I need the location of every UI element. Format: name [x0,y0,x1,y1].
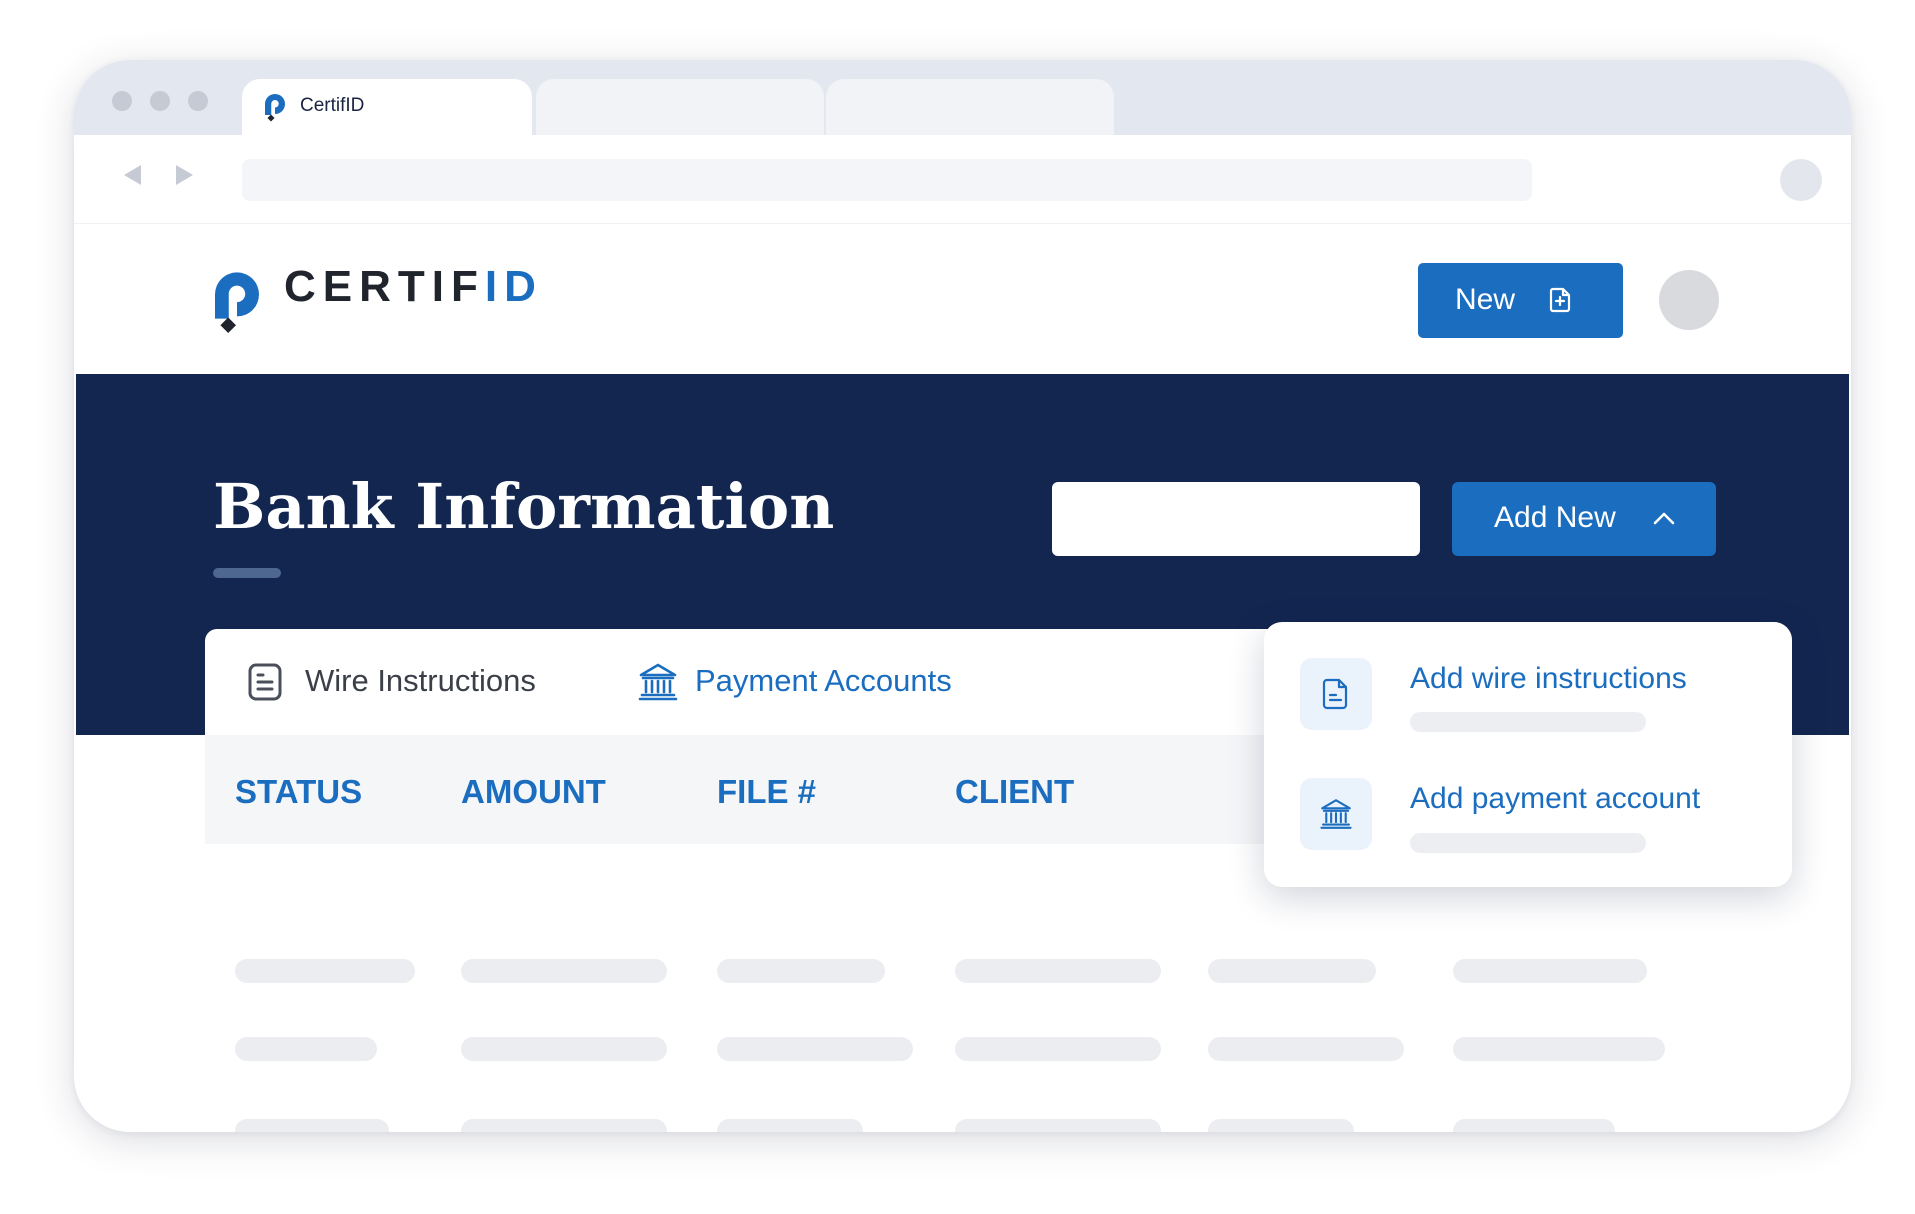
skeleton-cell [717,1119,863,1132]
bank-icon [638,663,678,701]
skeleton-cell [1453,959,1647,983]
forward-arrow-icon[interactable] [176,165,193,185]
tab-label-payment: Payment Accounts [695,663,952,698]
column-header-client[interactable]: CLIENT [955,773,1074,811]
add-new-button[interactable]: Add New [1452,482,1716,556]
logo-text-main: CERTIF [284,262,485,311]
skeleton-cell [1208,959,1376,983]
dropdown-icon-tile [1300,658,1372,730]
certifid-favicon-icon [265,94,285,122]
skeleton-cell [461,1037,667,1061]
column-header-status[interactable]: STATUS [235,773,362,811]
address-bar[interactable] [242,159,1532,201]
title-underline [213,568,281,578]
browser-tab-blank[interactable] [826,79,1114,135]
tab-payment-accounts[interactable]: Payment Accounts [597,629,987,741]
skeleton-cell [235,1119,389,1132]
app-header: CERTIFID New [74,224,1851,374]
menu-item-label: Add payment account [1410,782,1701,815]
browser-tab-title: CertifID [300,95,365,116]
skeleton-cell [717,959,885,983]
document-list-icon [248,663,282,701]
menu-item-label: Add wire instructions [1410,662,1687,695]
skeleton-cell [955,1119,1161,1132]
menu-item-skeleton [1410,712,1646,732]
document-icon [1322,678,1348,710]
browser-tab-blank[interactable] [536,79,824,135]
skeleton-cell [235,959,415,983]
menu-item-skeleton [1410,833,1646,853]
skeleton-cell [955,959,1161,983]
skeleton-cell [717,1037,913,1061]
back-arrow-icon[interactable] [124,165,141,185]
column-header-amount[interactable]: AMOUNT [461,773,606,811]
user-avatar[interactable] [1659,270,1719,330]
tab-label-wire: Wire Instructions [305,663,536,698]
skeleton-cell [1208,1119,1354,1132]
page-title: Bank Information [213,470,835,543]
add-new-label: Add New [1494,501,1616,534]
dropdown-icon-tile [1300,778,1372,850]
new-button-label: New [1455,283,1516,316]
browser-toolbar [74,135,1851,224]
logo-wordmark: CERTIFID [284,262,543,312]
window-close-dot[interactable] [112,91,132,111]
chevron-up-icon [1653,512,1675,525]
skeleton-cell [461,959,667,983]
search-input[interactable] [1052,482,1420,556]
skeleton-cell [235,1037,377,1061]
logo-text-accent: ID [484,262,543,311]
window-maximize-dot[interactable] [188,91,208,111]
add-new-dropdown: Add wire instructions Add payment accoun… [1264,622,1792,887]
browser-profile-avatar[interactable] [1780,159,1822,201]
tab-wire-instructions[interactable]: Wire Instructions [205,629,597,737]
browser-tab-strip: CertifID [74,60,1851,135]
window-minimize-dot[interactable] [150,91,170,111]
skeleton-cell [1453,1119,1615,1132]
new-button[interactable]: New [1418,263,1623,338]
browser-window: CertifID CERTIFID New Bank Information A… [74,60,1851,1132]
new-document-icon [1549,287,1571,313]
column-header-file[interactable]: FILE # [717,773,816,811]
browser-tab-certifid[interactable]: CertifID [242,79,532,135]
certifid-logo-icon [215,272,259,333]
skeleton-cell [955,1037,1161,1061]
skeleton-cell [1453,1037,1665,1061]
bank-icon [1320,799,1352,829]
skeleton-cell [461,1119,667,1132]
skeleton-cell [1208,1037,1404,1061]
